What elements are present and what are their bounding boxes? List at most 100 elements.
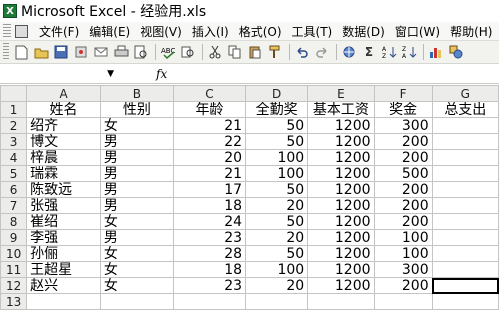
- cell[interactable]: 18: [172, 197, 247, 214]
- cell[interactable]: 21: [172, 117, 247, 134]
- cell[interactable]: 50: [245, 117, 309, 134]
- cell[interactable]: [431, 261, 499, 278]
- cell[interactable]: 男: [99, 149, 174, 166]
- cell[interactable]: 23: [172, 229, 247, 246]
- row-header[interactable]: 4: [0, 149, 28, 166]
- sort-descending-icon[interactable]: ZA: [400, 43, 418, 61]
- row-header[interactable]: 6: [0, 181, 28, 198]
- row-header[interactable]: 7: [0, 197, 28, 214]
- row-header[interactable]: 1: [0, 101, 28, 118]
- cell[interactable]: 50: [245, 181, 309, 198]
- cell[interactable]: [431, 133, 499, 150]
- paste-icon[interactable]: [246, 43, 264, 61]
- spelling-icon[interactable]: ABC: [159, 43, 177, 61]
- cell[interactable]: 17: [172, 181, 247, 198]
- cell[interactable]: 女: [99, 277, 174, 294]
- column-header-b[interactable]: B: [99, 85, 174, 102]
- column-header-a[interactable]: A: [26, 85, 101, 102]
- menu-help[interactable]: 帮助(H): [445, 23, 497, 40]
- cell[interactable]: 男: [99, 229, 174, 246]
- cell[interactable]: [307, 293, 375, 310]
- cell[interactable]: 50: [245, 133, 309, 150]
- cell[interactable]: 1200: [307, 165, 375, 182]
- row-header[interactable]: 8: [0, 213, 28, 230]
- cell[interactable]: [373, 293, 433, 310]
- cell[interactable]: 男: [99, 181, 174, 198]
- open-icon[interactable]: [32, 43, 50, 61]
- column-header-d[interactable]: D: [245, 85, 309, 102]
- selected-cell-g12[interactable]: [431, 277, 499, 294]
- row-header[interactable]: 2: [0, 117, 28, 134]
- menu-view[interactable]: 视图(V): [135, 23, 187, 40]
- cell[interactable]: 张强: [26, 197, 101, 214]
- cell[interactable]: 22: [172, 133, 247, 150]
- menu-format[interactable]: 格式(O): [234, 23, 287, 40]
- save-icon[interactable]: [52, 43, 70, 61]
- cell[interactable]: 女: [99, 245, 174, 262]
- cell[interactable]: [99, 293, 174, 310]
- cell[interactable]: [431, 245, 499, 262]
- cell[interactable]: [26, 293, 101, 310]
- cell[interactable]: 男: [99, 197, 174, 214]
- cell[interactable]: 23: [172, 277, 247, 294]
- cell[interactable]: 28: [172, 245, 247, 262]
- row-header[interactable]: 13: [0, 293, 28, 310]
- hyperlink-icon[interactable]: [340, 43, 358, 61]
- cell[interactable]: 博文: [26, 133, 101, 150]
- cell[interactable]: 瑞霖: [26, 165, 101, 182]
- cell[interactable]: 200: [373, 213, 433, 230]
- select-all-corner[interactable]: [0, 85, 28, 102]
- cell[interactable]: 女: [99, 261, 174, 278]
- row-header[interactable]: 3: [0, 133, 28, 150]
- cell[interactable]: 200: [373, 181, 433, 198]
- cell[interactable]: 21: [172, 165, 247, 182]
- cell[interactable]: 1200: [307, 213, 375, 230]
- cell-d1[interactable]: 全勤奖: [245, 101, 309, 118]
- drawing-icon[interactable]: [447, 43, 465, 61]
- cell-c1[interactable]: 年龄: [172, 101, 247, 118]
- cell[interactable]: 1200: [307, 117, 375, 134]
- cell[interactable]: [431, 229, 499, 246]
- column-header-f[interactable]: F: [373, 85, 433, 102]
- copy-icon[interactable]: [226, 43, 244, 61]
- column-header-c[interactable]: C: [172, 85, 247, 102]
- row-header[interactable]: 11: [0, 261, 28, 278]
- row-header[interactable]: 9: [0, 229, 28, 246]
- cell[interactable]: 300: [373, 117, 433, 134]
- cell[interactable]: 1200: [307, 261, 375, 278]
- cell[interactable]: 24: [172, 213, 247, 230]
- cell[interactable]: [431, 181, 499, 198]
- column-header-g[interactable]: G: [431, 85, 499, 102]
- redo-icon[interactable]: [313, 43, 331, 61]
- cell[interactable]: 绍齐: [26, 117, 101, 134]
- cell[interactable]: [431, 213, 499, 230]
- cell[interactable]: 赵兴: [26, 277, 101, 294]
- cell[interactable]: 200: [373, 277, 433, 294]
- cell[interactable]: 100: [373, 245, 433, 262]
- menu-file[interactable]: 文件(F): [34, 23, 84, 40]
- cell[interactable]: 100: [245, 149, 309, 166]
- email-icon[interactable]: [92, 43, 110, 61]
- cell[interactable]: 1200: [307, 229, 375, 246]
- cell-b1[interactable]: 性别: [99, 101, 174, 118]
- menu-data[interactable]: 数据(D): [337, 23, 390, 40]
- cell[interactable]: [431, 293, 499, 310]
- print-preview-icon[interactable]: [132, 43, 150, 61]
- cell[interactable]: 男: [99, 133, 174, 150]
- cell-f1[interactable]: 奖金: [373, 101, 433, 118]
- menu-edit[interactable]: 编辑(E): [84, 23, 135, 40]
- column-header-e[interactable]: E: [307, 85, 375, 102]
- cell[interactable]: 男: [99, 165, 174, 182]
- cell[interactable]: 1200: [307, 245, 375, 262]
- cell[interactable]: [431, 165, 499, 182]
- permission-icon[interactable]: [72, 43, 90, 61]
- cell[interactable]: 1200: [307, 197, 375, 214]
- cell[interactable]: 1200: [307, 181, 375, 198]
- row-header[interactable]: 5: [0, 165, 28, 182]
- cell[interactable]: [172, 293, 247, 310]
- print-icon[interactable]: [112, 43, 130, 61]
- cell[interactable]: 50: [245, 213, 309, 230]
- chart-wizard-icon[interactable]: [427, 43, 445, 61]
- cell[interactable]: 500: [373, 165, 433, 182]
- row-header[interactable]: 10: [0, 245, 28, 262]
